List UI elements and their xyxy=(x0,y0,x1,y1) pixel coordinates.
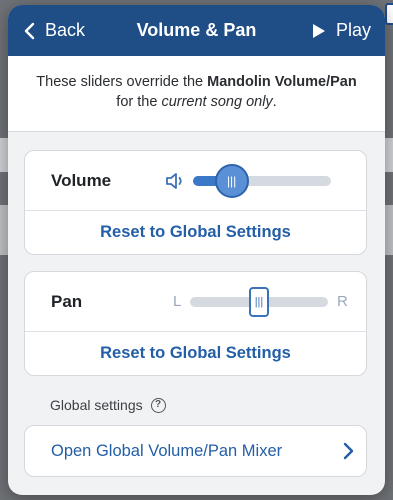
volume-reset-button[interactable]: Reset to Global Settings xyxy=(25,211,366,254)
play-button[interactable]: Play xyxy=(312,5,371,56)
speaker-icon xyxy=(166,173,182,189)
chevron-left-icon xyxy=(24,22,35,39)
volume-slider-thumb[interactable]: ||| xyxy=(214,164,249,198)
info-middle: for the xyxy=(116,94,162,110)
pan-left-label: L xyxy=(173,293,182,310)
override-description: These sliders override the Mandolin Volu… xyxy=(8,56,385,132)
chevron-right-icon xyxy=(343,442,354,460)
pan-row: Pan L ||| R xyxy=(25,272,366,332)
scope-text: current song only xyxy=(161,94,273,110)
help-icon[interactable]: ? xyxy=(150,397,166,413)
volume-label: Volume xyxy=(51,171,112,190)
background-tab xyxy=(385,3,393,25)
pan-right-label: R xyxy=(337,293,348,310)
mixer-label: Open Global Volume/Pan Mixer xyxy=(51,441,283,460)
global-settings-header: Global settings ? xyxy=(50,397,166,413)
grip-icon: ||| xyxy=(254,296,264,308)
play-label: Play xyxy=(335,20,371,40)
instrument-name: Mandolin Volume/Pan xyxy=(207,74,357,90)
back-button[interactable]: Back xyxy=(24,5,85,56)
info-prefix: These sliders override the xyxy=(36,74,208,90)
pan-slider-thumb[interactable]: ||| xyxy=(249,287,269,317)
pan-card: Pan L ||| R Reset to Global Settings xyxy=(24,271,367,376)
info-suffix: . xyxy=(272,94,277,110)
back-label: Back xyxy=(45,20,86,40)
pan-reset-button[interactable]: Reset to Global Settings xyxy=(25,332,366,375)
nav-bar: Back Volume & Pan Play xyxy=(8,5,385,56)
volume-card: Volume ||| Reset to Global Settings xyxy=(24,150,367,255)
open-global-mixer-button[interactable]: Open Global Volume/Pan Mixer xyxy=(24,425,367,477)
grip-icon: ||| xyxy=(226,174,237,188)
pan-label: Pan xyxy=(51,292,83,311)
global-settings-label: Global settings xyxy=(50,397,143,413)
volume-row: Volume ||| xyxy=(25,151,366,211)
volume-pan-popover: Back Volume & Pan Play These sliders ove… xyxy=(8,5,385,495)
play-icon xyxy=(312,23,325,38)
volume-slider-track[interactable] xyxy=(193,176,331,186)
